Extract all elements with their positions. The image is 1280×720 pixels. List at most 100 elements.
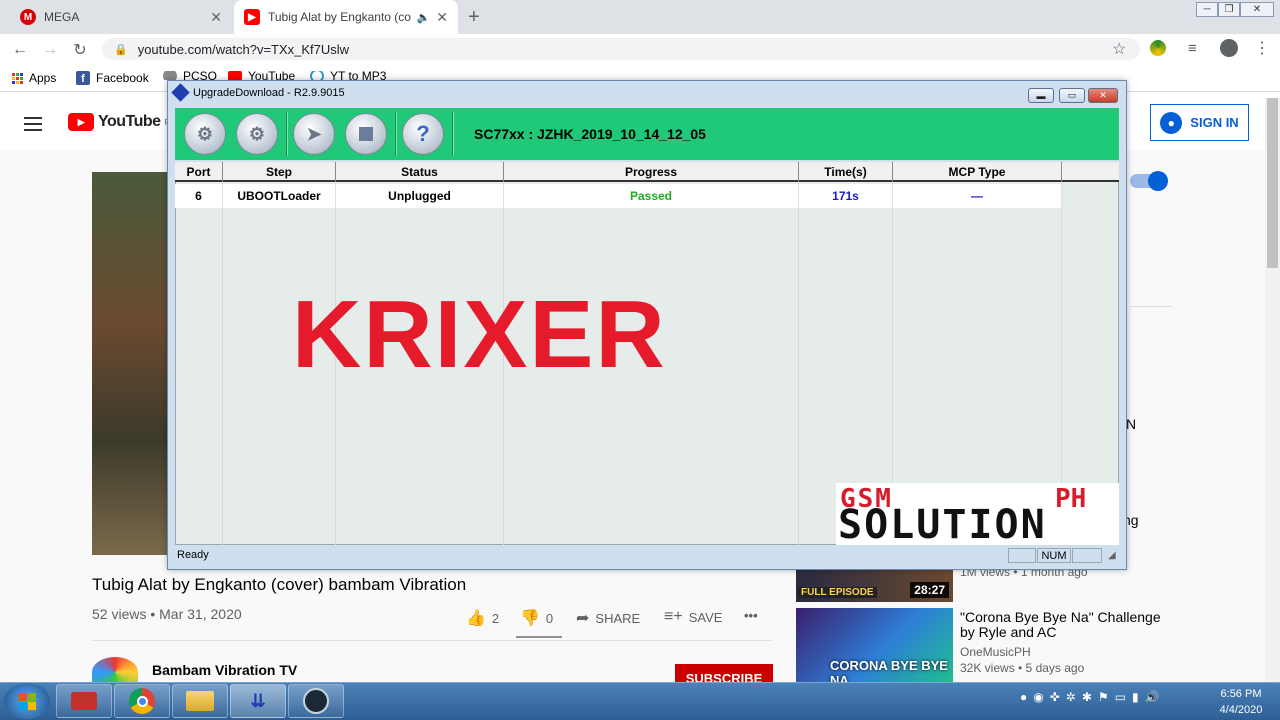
autoplay-toggle[interactable] [1130, 171, 1168, 191]
taskbar-upgrade-download[interactable]: ⇊ [230, 684, 286, 718]
scrollbar-thumb[interactable] [1267, 98, 1278, 268]
close-tab-icon[interactable]: ✕ [210, 9, 222, 26]
bookmark-star-icon[interactable]: ☆ [1112, 39, 1126, 59]
resize-grip-icon[interactable]: ◢ [1108, 550, 1116, 561]
youtube-play-icon: ▶ [68, 113, 94, 131]
bookmark-yt-mp3[interactable]: YT to MP3 [310, 71, 386, 80]
tab-title: Tubig Alat by Engkanto (cov [268, 10, 411, 24]
sign-in-button[interactable]: ● SIGN IN [1150, 104, 1249, 141]
share-button[interactable]: ➦ SHARE [576, 608, 640, 628]
app-minimize-button[interactable]: ▬ [1028, 88, 1054, 103]
close-tab-icon[interactable]: ✕ [436, 9, 448, 26]
app-maximize-button[interactable]: ▭ [1059, 88, 1085, 103]
bookmark-facebook[interactable]: f Facebook [76, 71, 149, 85]
tray-signal-icon[interactable]: ▮ [1132, 690, 1139, 704]
mega-icon: M [20, 9, 36, 25]
like-ratio-bar [516, 636, 562, 638]
reload-icon[interactable]: ↻ [70, 40, 90, 60]
side-video-meta: 32K views • 5 days ago [960, 661, 1085, 675]
status-cell [1008, 548, 1036, 563]
bookmark-youtube[interactable]: YouTube [228, 71, 295, 80]
apps-grid-icon [12, 72, 23, 84]
multi-gear-icon[interactable]: ⚙ [236, 113, 278, 155]
column-header-port[interactable]: Port [175, 162, 223, 182]
forward-arrow-icon[interactable]: → [40, 40, 60, 60]
address-bar[interactable]: 🔒 youtube.com/watch?v=TXx_Kf7Uslw [102, 38, 1140, 60]
restore-icon[interactable]: ❐ [1218, 2, 1240, 17]
menu-hamburger-icon[interactable] [24, 117, 42, 131]
logo-ph-text: PH [1055, 484, 1087, 514]
profile-avatar-icon[interactable] [1220, 39, 1238, 57]
taskbar-chrome[interactable] [114, 684, 170, 718]
tab-youtube[interactable]: ▶ Tubig Alat by Engkanto (cov 🔈 ✕ [234, 0, 458, 34]
logo-text: YouTube [98, 113, 161, 130]
back-arrow-icon[interactable]: ← [10, 40, 30, 60]
window-controls: ─ ❐ ✕ [1196, 2, 1274, 17]
tray-chat-icon[interactable]: ◉ [1033, 690, 1043, 704]
tab-mega[interactable]: M MEGA ✕ [10, 0, 232, 34]
settings-gear-icon[interactable]: ⚙ [184, 113, 226, 155]
app-logo-icon [171, 83, 190, 102]
bookmark-apps[interactable]: Apps [12, 71, 56, 85]
sign-in-label: SIGN IN [1190, 115, 1239, 130]
more-actions-button[interactable]: ••• [744, 608, 758, 623]
app-close-button[interactable]: ✕ [1088, 88, 1118, 103]
channel-name[interactable]: Bambam Vibration TV [152, 662, 297, 678]
dislike-button[interactable]: 👎 0 [520, 608, 553, 628]
start-arrow-icon[interactable]: ➤ [293, 113, 335, 155]
side-video-title[interactable]: "Corona Bye Bye Na" Challenge [960, 609, 1161, 625]
upgrade-download-icon: ⇊ [250, 690, 266, 711]
windows-logo-icon [18, 692, 36, 710]
taskbar-steam[interactable] [288, 684, 344, 718]
taskbar-toolbox[interactable] [56, 684, 112, 718]
status-text: Ready [177, 549, 209, 561]
grid-line [222, 162, 223, 545]
status-num: NUM [1037, 548, 1071, 563]
side-video-thumbnail[interactable]: CORONA BYE BYE NA [796, 608, 953, 688]
app-statusbar [175, 547, 1119, 565]
clock-time: 6:56 PM [1220, 688, 1262, 700]
tray-gamepad-icon[interactable]: ✜ [1050, 690, 1060, 704]
side-video-title[interactable]: by Ryle and AC [960, 624, 1057, 640]
taskbar-file-explorer[interactable] [172, 684, 228, 718]
speaker-icon[interactable]: 🔈 [417, 11, 431, 24]
cell-time: 171s [799, 184, 893, 208]
status-cell [1072, 548, 1102, 563]
help-question-icon[interactable]: ? [402, 113, 444, 155]
tray-monitor-icon[interactable]: ▭ [1115, 690, 1126, 704]
column-header-time[interactable]: Time(s) [799, 162, 893, 182]
playlist-add-icon: ≡+ [664, 608, 683, 625]
video-player[interactable] [92, 172, 168, 555]
chrome-menu-icon[interactable]: ⋮ [1254, 38, 1270, 58]
extension-icon[interactable] [1150, 40, 1166, 56]
cell-status: Unplugged [336, 184, 504, 208]
save-button[interactable]: ≡+ SAVE [664, 608, 722, 626]
app-titlebar: UpgradeDownload - R2.9.9015 [171, 83, 345, 102]
new-tab-button[interactable]: + [468, 6, 480, 29]
stop-square-icon[interactable] [345, 113, 387, 155]
save-label: SAVE [688, 609, 723, 625]
column-header-step[interactable]: Step [223, 162, 336, 182]
like-button[interactable]: 👍 2 [466, 608, 499, 628]
youtube-logo[interactable]: ▶ YouTube PH [68, 113, 175, 131]
minimize-icon[interactable]: ─ [1196, 2, 1218, 17]
tray-settings-icon[interactable]: ✲ [1066, 690, 1076, 704]
clock-date: 4/4/2020 [1219, 704, 1263, 716]
thumbnail-text: FULL EPISODE [798, 587, 877, 598]
column-header-status[interactable]: Status [336, 162, 504, 182]
column-header-mcp-type[interactable]: MCP Type [893, 162, 1062, 182]
start-button[interactable] [4, 683, 50, 719]
url-text: youtube.com/watch?v=TXx_Kf7Uslw [137, 41, 350, 57]
cell-port: 6 [175, 184, 223, 208]
bookmark-pcso[interactable]: PCSO [163, 71, 217, 80]
side-video-channel[interactable]: OneMusicPH [960, 645, 1031, 659]
media-queue-icon[interactable]: ≡ [1188, 40, 1197, 57]
column-header-progress[interactable]: Progress [504, 162, 799, 182]
tray-volume-icon[interactable]: 🔊 [1145, 690, 1160, 704]
tray-flag-icon[interactable]: ⚑ [1098, 690, 1109, 704]
tray-app-icon[interactable]: ● [1020, 690, 1027, 704]
grid-line [798, 162, 799, 545]
taskbar-clock[interactable]: 6:56 PM 4/4/2020 [1206, 686, 1276, 718]
close-window-icon[interactable]: ✕ [1240, 2, 1274, 17]
tray-network-icon[interactable]: ✱ [1082, 690, 1092, 704]
